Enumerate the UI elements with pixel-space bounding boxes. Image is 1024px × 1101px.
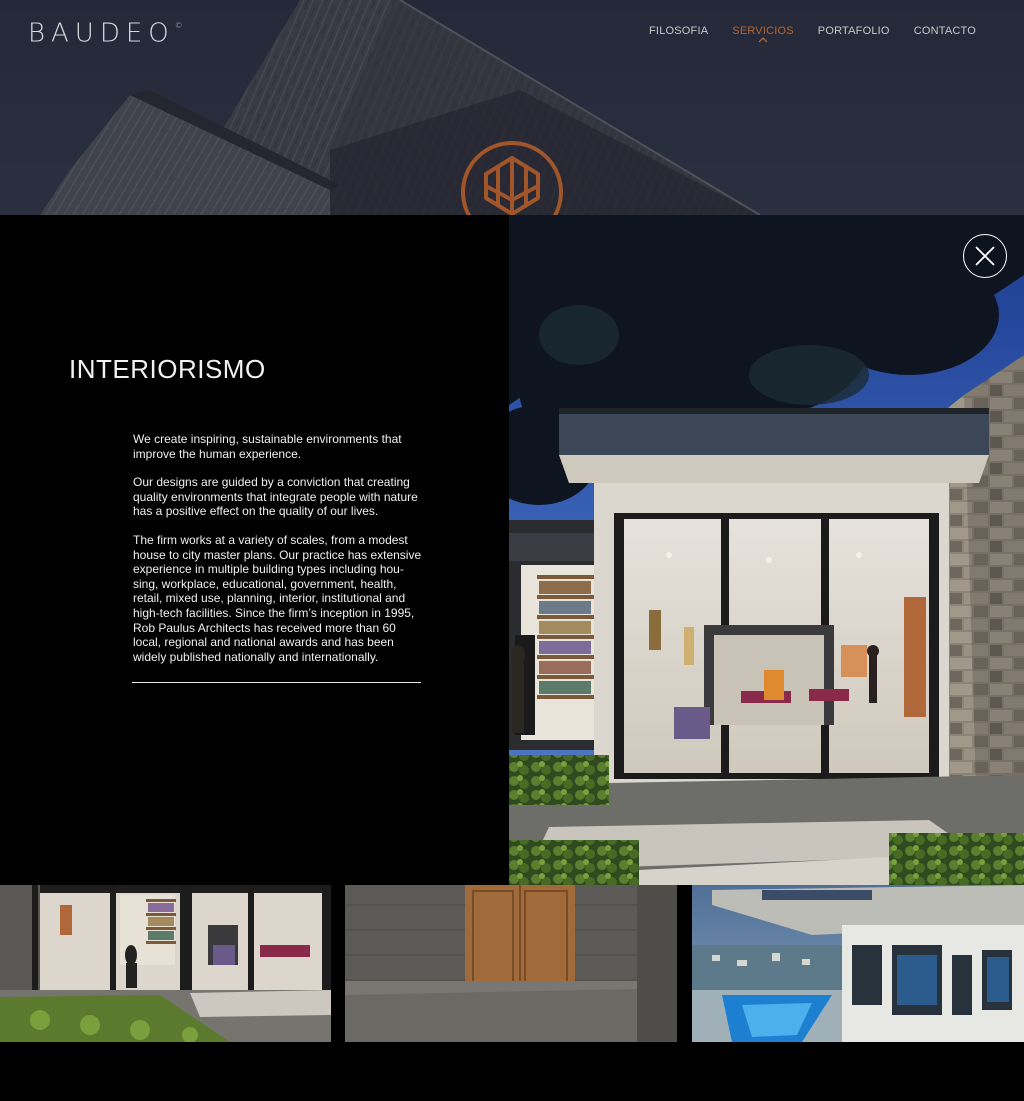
section-body: We create inspiring, sustainable environ… <box>133 432 423 678</box>
body-paragraph: Our designs are guided by a conviction t… <box>133 475 418 519</box>
section-title: INTERIORISMO <box>69 354 266 384</box>
thumbnail-wood-door[interactable] <box>345 885 677 1042</box>
nav-item-filosofia[interactable]: FILOSOFIA <box>649 25 708 37</box>
service-modal: INTERIORISMO We create inspiring, sustai… <box>0 215 1024 885</box>
logo-mark: © <box>174 21 183 30</box>
nav-item-contacto[interactable]: CONTACTO <box>914 25 976 37</box>
close-button[interactable] <box>963 234 1007 278</box>
brand-emblem-icon <box>461 141 563 215</box>
modal-main-photo <box>509 215 1024 885</box>
brand-logo[interactable]: BAUDEO© <box>28 16 183 48</box>
close-icon <box>975 246 995 266</box>
thumbnail-pool-house[interactable] <box>692 885 1024 1042</box>
logo-text: BAUDEO <box>28 18 175 49</box>
nav-item-portafolio[interactable]: PORTAFOLIO <box>818 25 890 37</box>
nav-item-servicios-label: SERVICIOS <box>732 25 794 37</box>
nav-item-servicios[interactable]: SERVICIOS <box>732 25 794 43</box>
body-paragraph: The firm works at a variety of scales, f… <box>133 532 422 664</box>
main-nav: FILOSOFIA SERVICIOS PORTAFOLIO CONTACTO <box>649 25 976 43</box>
modal-text-panel: INTERIORISMO We create inspiring, sustai… <box>0 215 509 885</box>
active-caret-icon <box>758 37 768 43</box>
thumbnail-interior-gallery[interactable] <box>0 885 331 1042</box>
hero-background: BAUDEO© FILOSOFIA SERVICIOS PORTAFOLIO C… <box>0 0 1024 215</box>
thumbnail-strip <box>0 885 1024 1042</box>
body-paragraph: We create inspiring, sustainable environ… <box>133 432 402 461</box>
section-divider <box>132 682 421 683</box>
